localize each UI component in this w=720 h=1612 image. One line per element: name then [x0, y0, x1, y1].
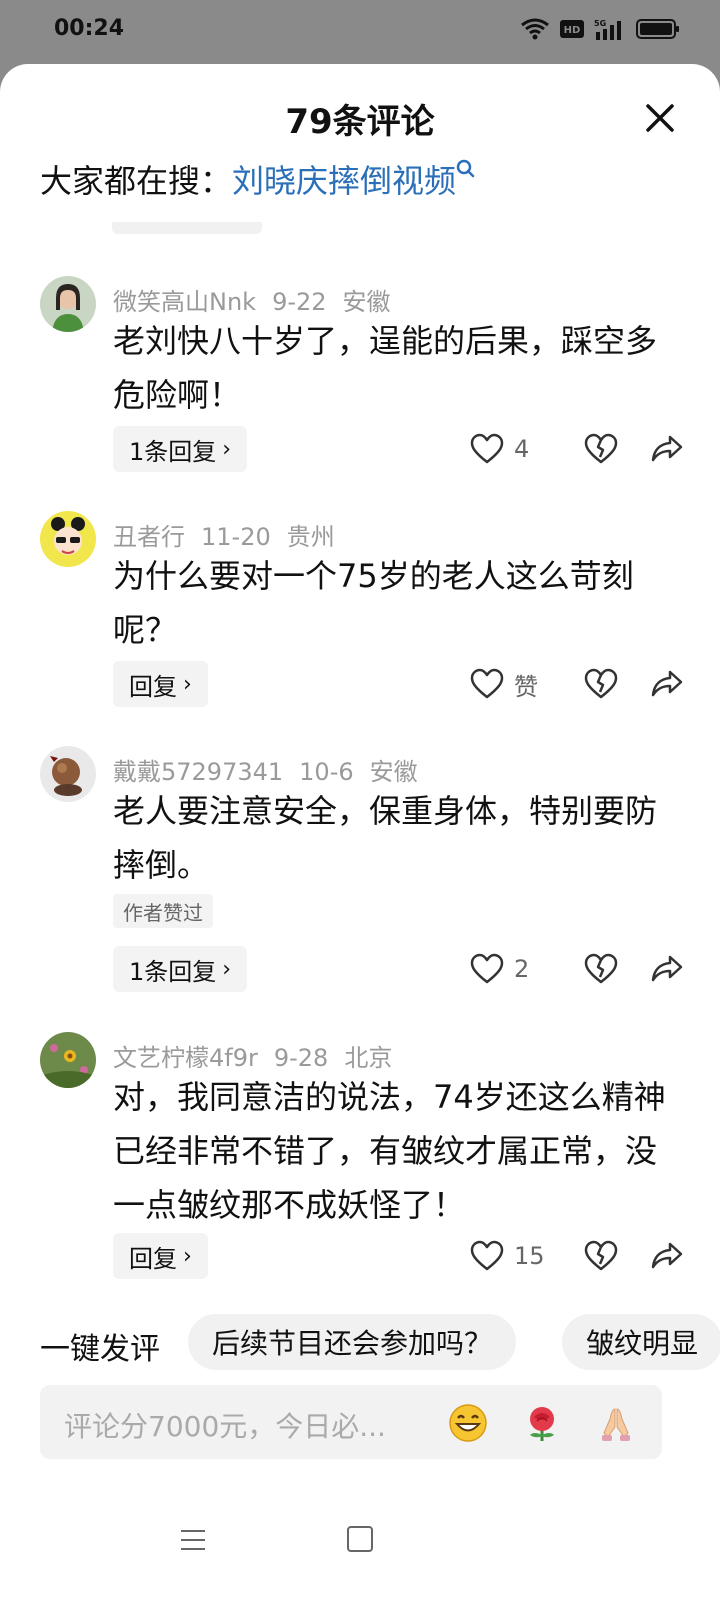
rose-emoji-icon[interactable]: [522, 1403, 562, 1443]
heart-icon: [470, 668, 504, 699]
comment-input[interactable]: 评论分7000元，今日必...: [40, 1385, 662, 1459]
comment-text[interactable]: 为什么要对一个75岁的老人这么苛刻呢？: [113, 549, 673, 657]
comment-date: 9-28: [273, 1044, 329, 1072]
comment-username[interactable]: 微笑高山Nnk: [113, 288, 256, 316]
heart-icon: [470, 1240, 504, 1271]
comment-meta: 微笑高山Nnk 9-22 安徽: [113, 282, 407, 317]
share-icon[interactable]: [650, 1240, 684, 1272]
reply-button[interactable]: 回复 ›: [113, 1233, 208, 1279]
heart-icon: [470, 433, 504, 464]
share-icon[interactable]: [650, 953, 684, 985]
broken-heart-icon[interactable]: [584, 433, 618, 465]
comment-actions: 4: [470, 426, 684, 472]
comment-actions: 赞: [470, 661, 684, 707]
reply-button[interactable]: 回复 ›: [113, 661, 208, 707]
avatar[interactable]: [40, 276, 96, 332]
svg-text:HD: HD: [564, 25, 581, 36]
reply-button[interactable]: 1条回复 ›: [113, 426, 248, 472]
search-icon: [456, 159, 475, 178]
comment-text[interactable]: 老刘快八十岁了，逞能的后果，踩空多危险啊！: [113, 314, 673, 422]
status-bar: 00:24 HD 5G: [0, 0, 720, 64]
status-icons: HD 5G: [520, 18, 680, 40]
chevron-right-icon: ›: [183, 671, 192, 697]
status-time: 00:24: [54, 16, 125, 41]
comment-item: 戴戴57297341 10-6 安徽 老人要注意安全，保重身体，特别要防摔倒。 作者…: [0, 746, 720, 1006]
comment-actions: 2: [470, 946, 684, 992]
comment-meta: 戴戴57297341 10-6 安徽: [113, 752, 434, 787]
author-liked-badge: 作者赞过: [113, 894, 213, 928]
comment-location: 安徽: [369, 758, 418, 786]
comment-text[interactable]: 对，我同意洁的说法，74岁还这么精神已经非常不错了，有皱纹才属正常，没一点皱纹那…: [113, 1070, 673, 1232]
reply-label: 回复: [129, 672, 177, 701]
system-nav-bar: [0, 1504, 720, 1612]
avatar[interactable]: [40, 511, 96, 567]
comment-location: 北京: [344, 1044, 393, 1072]
comment-item: 文艺柠檬4f9r 9-28 北京 对，我同意洁的说法，74岁还这么精神已经非常不错了…: [0, 1032, 720, 1292]
quick-comment-chip[interactable]: 后续节目还会参加吗？: [188, 1314, 517, 1370]
menu-icon[interactable]: [180, 1528, 206, 1552]
grin-emoji-icon[interactable]: [448, 1403, 488, 1443]
comment-actions: 15: [470, 1233, 684, 1279]
quick-comment-label: 一键发评: [40, 1332, 160, 1367]
comment-item: 微笑高山Nnk 9-22 安徽 老刘快八十岁了，逞能的后果，踩空多危险啊！ 1条回复…: [0, 276, 720, 486]
like-button[interactable]: 赞: [470, 667, 566, 702]
like-button[interactable]: 2: [470, 953, 566, 985]
comment-text[interactable]: 老人要注意安全，保重身体，特别要防摔倒。: [113, 784, 673, 892]
wifi-icon: [521, 18, 549, 40]
trending-search: 大家都在搜： 刘晓庆摔倒视频: [40, 156, 476, 202]
reply-button[interactable]: 1条回复 ›: [113, 946, 248, 992]
comment-username[interactable]: 文艺柠檬4f9r: [113, 1044, 258, 1072]
close-icon[interactable]: [640, 98, 680, 138]
comment-date: 9-22: [272, 288, 327, 316]
share-icon[interactable]: [650, 668, 684, 700]
reply-label: 1条回复: [129, 957, 217, 986]
comment-username[interactable]: 丑者行: [113, 523, 185, 551]
trending-search-label: 大家都在搜：: [40, 162, 233, 200]
avatar[interactable]: [40, 1032, 96, 1088]
broken-heart-icon[interactable]: [584, 1240, 618, 1272]
like-count: 4: [514, 435, 530, 463]
avatar[interactable]: [40, 746, 96, 802]
comment-date: 11-20: [201, 523, 271, 551]
quick-comment-chip[interactable]: 皱纹明显: [562, 1314, 720, 1370]
share-icon[interactable]: [650, 433, 684, 465]
signal-5g-icon: 5G: [594, 19, 621, 40]
comments-sheet: 79条评论 大家都在搜： 刘晓庆摔倒视频 微笑高山Nnk 9-22 安徽 老刘快八十…: [0, 64, 720, 1612]
comment-meta: 丑者行 11-20 贵州: [113, 517, 351, 552]
clipped-reply-button: [112, 222, 262, 234]
like-button[interactable]: 4: [470, 433, 566, 465]
comment-date: 10-6: [299, 758, 354, 786]
comment-input-placeholder: 评论分7000元，今日必...: [64, 1410, 386, 1443]
hd-icon: HD: [560, 20, 584, 38]
quick-comment-bar: 一键发评 后续节目还会参加吗？ 皱纹明显: [0, 1314, 720, 1374]
chevron-right-icon: ›: [183, 1243, 192, 1269]
svg-text:5G: 5G: [594, 19, 606, 28]
comment-location: 安徽: [342, 288, 391, 316]
like-count: 2: [514, 955, 530, 983]
comment-meta: 文艺柠檬4f9r 9-28 北京: [113, 1038, 408, 1073]
heart-icon: [470, 953, 504, 984]
like-count: 赞: [514, 672, 538, 701]
battery-icon: [636, 19, 679, 39]
trending-search-link[interactable]: 刘晓庆摔倒视频: [232, 156, 456, 202]
like-button[interactable]: 15: [470, 1240, 566, 1272]
reply-label: 1条回复: [129, 437, 217, 466]
chevron-right-icon: ›: [222, 956, 232, 982]
like-count: 15: [514, 1242, 545, 1270]
pray-emoji-icon[interactable]: [596, 1403, 636, 1443]
broken-heart-icon[interactable]: [584, 953, 618, 985]
sheet-title: 79条评论: [285, 102, 435, 142]
comment-username[interactable]: 戴戴57297341: [113, 758, 283, 786]
broken-heart-icon[interactable]: [584, 668, 618, 700]
comment-location: 贵州: [286, 523, 335, 551]
comment-item: 丑者行 11-20 贵州 为什么要对一个75岁的老人这么苛刻呢？ 回复 › 赞: [0, 511, 720, 721]
chevron-right-icon: ›: [222, 436, 232, 462]
home-icon[interactable]: [347, 1526, 373, 1552]
reply-label: 回复: [129, 1244, 177, 1273]
